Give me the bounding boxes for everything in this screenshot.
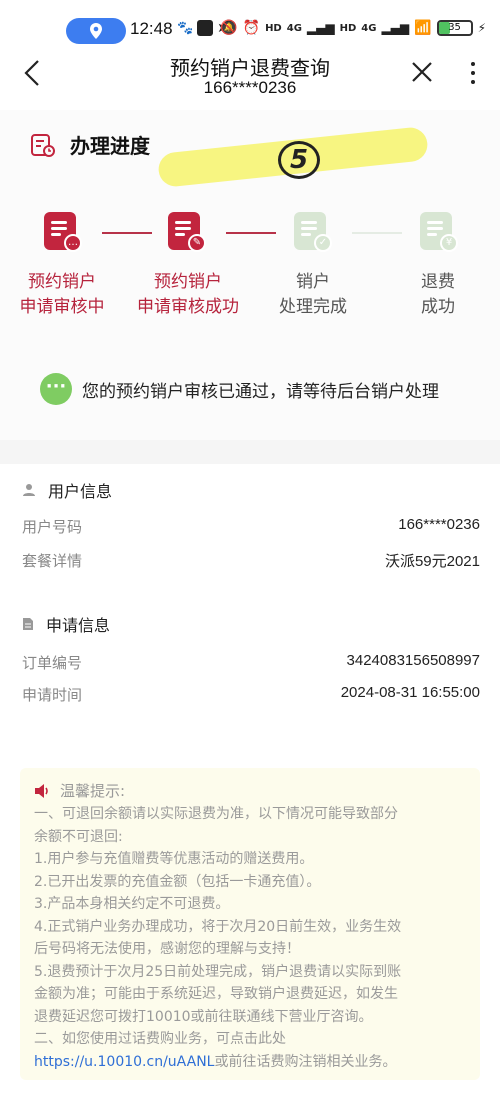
network-4g-1: 4G xyxy=(286,22,302,34)
tips-line: 后号码将无法使用，感谢您的理解与支持！ xyxy=(34,941,300,957)
step-connector-2 xyxy=(226,232,276,234)
info-label: 订单编号 xyxy=(22,654,83,672)
status-message: ··· 您的预约销户审核已通过，请等待后台销户处理 xyxy=(40,373,439,405)
step-connector-1 xyxy=(102,232,152,234)
tips-line: 1.用户参与充值赠费等优惠活动的赠送费用。 xyxy=(34,851,314,867)
tips-line: 4.正式销户业务办理成功，将于次月20日前生效，业务生效 xyxy=(34,918,402,935)
tips-line: 5.退费预计于次月25日前处理完成，销户退费请以实际到账 xyxy=(34,963,402,980)
user-icon xyxy=(23,484,35,496)
network-4g-2: 4G xyxy=(361,22,377,34)
close-icon[interactable] xyxy=(410,60,434,84)
speaker-icon xyxy=(35,783,48,798)
hd-badge-2: HD xyxy=(339,22,357,34)
step-2-badge-icon: ✎ xyxy=(188,234,206,252)
paw-icon: 🐾 xyxy=(177,20,194,36)
step-icon-2: ✎ xyxy=(166,212,212,254)
tips-header: 温馨提示: xyxy=(34,780,466,801)
more-menu-icon[interactable] xyxy=(470,62,476,86)
step-4-yen-icon: ¥ xyxy=(440,234,458,252)
tips-line: 2.已开出发票的充值金额（包括一卡通充值）。 xyxy=(34,873,321,890)
signal-icon-1: ▂▄▆ xyxy=(306,21,335,35)
status-text: 您的预约销户审核已通过，请等待后台销户处理 xyxy=(82,381,439,402)
system-icons: 🔕 ⏰ HD 4G ▂▄▆ HD 4G ▂▄▆ 📶 35 ⚡ xyxy=(220,20,486,36)
app-icon xyxy=(197,20,214,36)
signal-icon-2: ▂▄▆ xyxy=(381,21,410,35)
info-value: 3424083156508997 xyxy=(346,652,480,669)
apply-info-title: 申请信息 xyxy=(46,616,111,635)
location-pill[interactable] xyxy=(66,18,126,44)
tips-box: 温馨提示: 一、可退回余额请以实际退费为准，以下情况可能导致部分 余额不可退回:… xyxy=(20,768,480,1080)
info-value: 166****0236 xyxy=(398,516,480,533)
tips-line: 二、如您使用过话费购业务，可点击此处 xyxy=(34,1031,286,1047)
step-label-4: 退费 成功 xyxy=(421,272,455,317)
progress-section-header: 办理进度 xyxy=(30,130,150,159)
step-icon-4: ¥ xyxy=(418,212,464,254)
user-info-header: 用户信息 xyxy=(22,478,112,502)
step-label-2: 预约销户 申请审核成功 xyxy=(137,272,239,317)
info-row-phone: 用户号码 166****0236 xyxy=(22,516,480,537)
info-value: 沃派59元2021 xyxy=(384,553,480,570)
apply-info-header: 申请信息 xyxy=(22,612,110,636)
info-value: 2024-08-31 16:55:00 xyxy=(340,684,480,701)
tips-line: 3.产品本身相关约定不可退费。 xyxy=(34,896,230,912)
step-connector-3 xyxy=(352,232,402,234)
tips-line: 余额不可退回: xyxy=(34,828,123,845)
tips-title: 温馨提示: xyxy=(60,782,126,800)
user-info-section: 用户信息 用户号码 166****0236 套餐详情 沃派59元2021 xyxy=(0,464,500,604)
info-row-plan: 套餐详情 沃派59元2021 xyxy=(22,550,480,571)
step-label-3: 销户 处理完成 xyxy=(279,272,347,317)
header-bar: 预约销户退费查询 166****0236 xyxy=(0,44,500,106)
user-info-title: 用户信息 xyxy=(48,482,113,501)
progress-section-title: 办理进度 xyxy=(70,134,150,158)
step-3-check-icon: ✓ xyxy=(314,234,332,252)
tips-line: 一、可退回余额请以实际退费为准，以下情况可能导致部分 xyxy=(34,806,398,822)
document-icon xyxy=(23,618,33,630)
tips-link-line: https://u.10010.cn/uAANL或前往话费购注销相关业务。 xyxy=(34,1051,466,1074)
step-icon-3: ✓ xyxy=(292,212,338,254)
progress-calendar-icon xyxy=(31,133,55,157)
more-dots-icon: ··· xyxy=(40,373,72,405)
section-gap xyxy=(0,440,500,464)
clock: 12:48 xyxy=(130,19,173,38)
status-bar: 12:48 🐾 ➤ 🔕 ⏰ HD 4G ▂▄▆ HD 4G ▂▄▆ 📶 35 ⚡ xyxy=(0,0,500,44)
tips-link-suffix: 或前往话费购注销相关业务。 xyxy=(214,1053,397,1070)
step-label-1: 预约销户 申请审核中 xyxy=(19,272,105,317)
apply-info-section: 申请信息 订单编号 3424083156508997 申请时间 2024-08-… xyxy=(0,604,500,754)
info-row-order: 订单编号 3424083156508997 xyxy=(22,652,480,673)
info-label: 套餐详情 xyxy=(22,552,83,570)
charging-icon: ⚡ xyxy=(477,21,486,35)
info-row-time: 申请时间 2024-08-31 16:55:00 xyxy=(22,684,480,705)
wifi-icon: 📶 xyxy=(414,20,432,36)
hd-badge-1: HD xyxy=(265,22,282,34)
step-icon-1: … xyxy=(42,212,88,254)
feebuy-link[interactable]: https://u.10010.cn/uAANL xyxy=(34,1054,214,1070)
info-label: 申请时间 xyxy=(22,686,83,704)
battery-level: 35 xyxy=(448,22,461,33)
location-pin-icon xyxy=(90,23,102,39)
tips-line: 金额为准；可能由于系统延迟，导致销户退费延迟，如发生 xyxy=(34,986,398,1002)
step-1-badge-icon: … xyxy=(64,234,82,252)
info-label: 用户号码 xyxy=(22,518,83,536)
battery-icon: 35 xyxy=(436,20,473,36)
circled-number-annotation: 5 xyxy=(278,141,320,179)
mute-icon: 🔕 xyxy=(220,20,238,36)
tips-line: 退费延迟您可拨打10010或前往联通线下营业厅咨询。 xyxy=(34,1008,373,1025)
alarm-icon: ⏰ xyxy=(242,20,261,36)
